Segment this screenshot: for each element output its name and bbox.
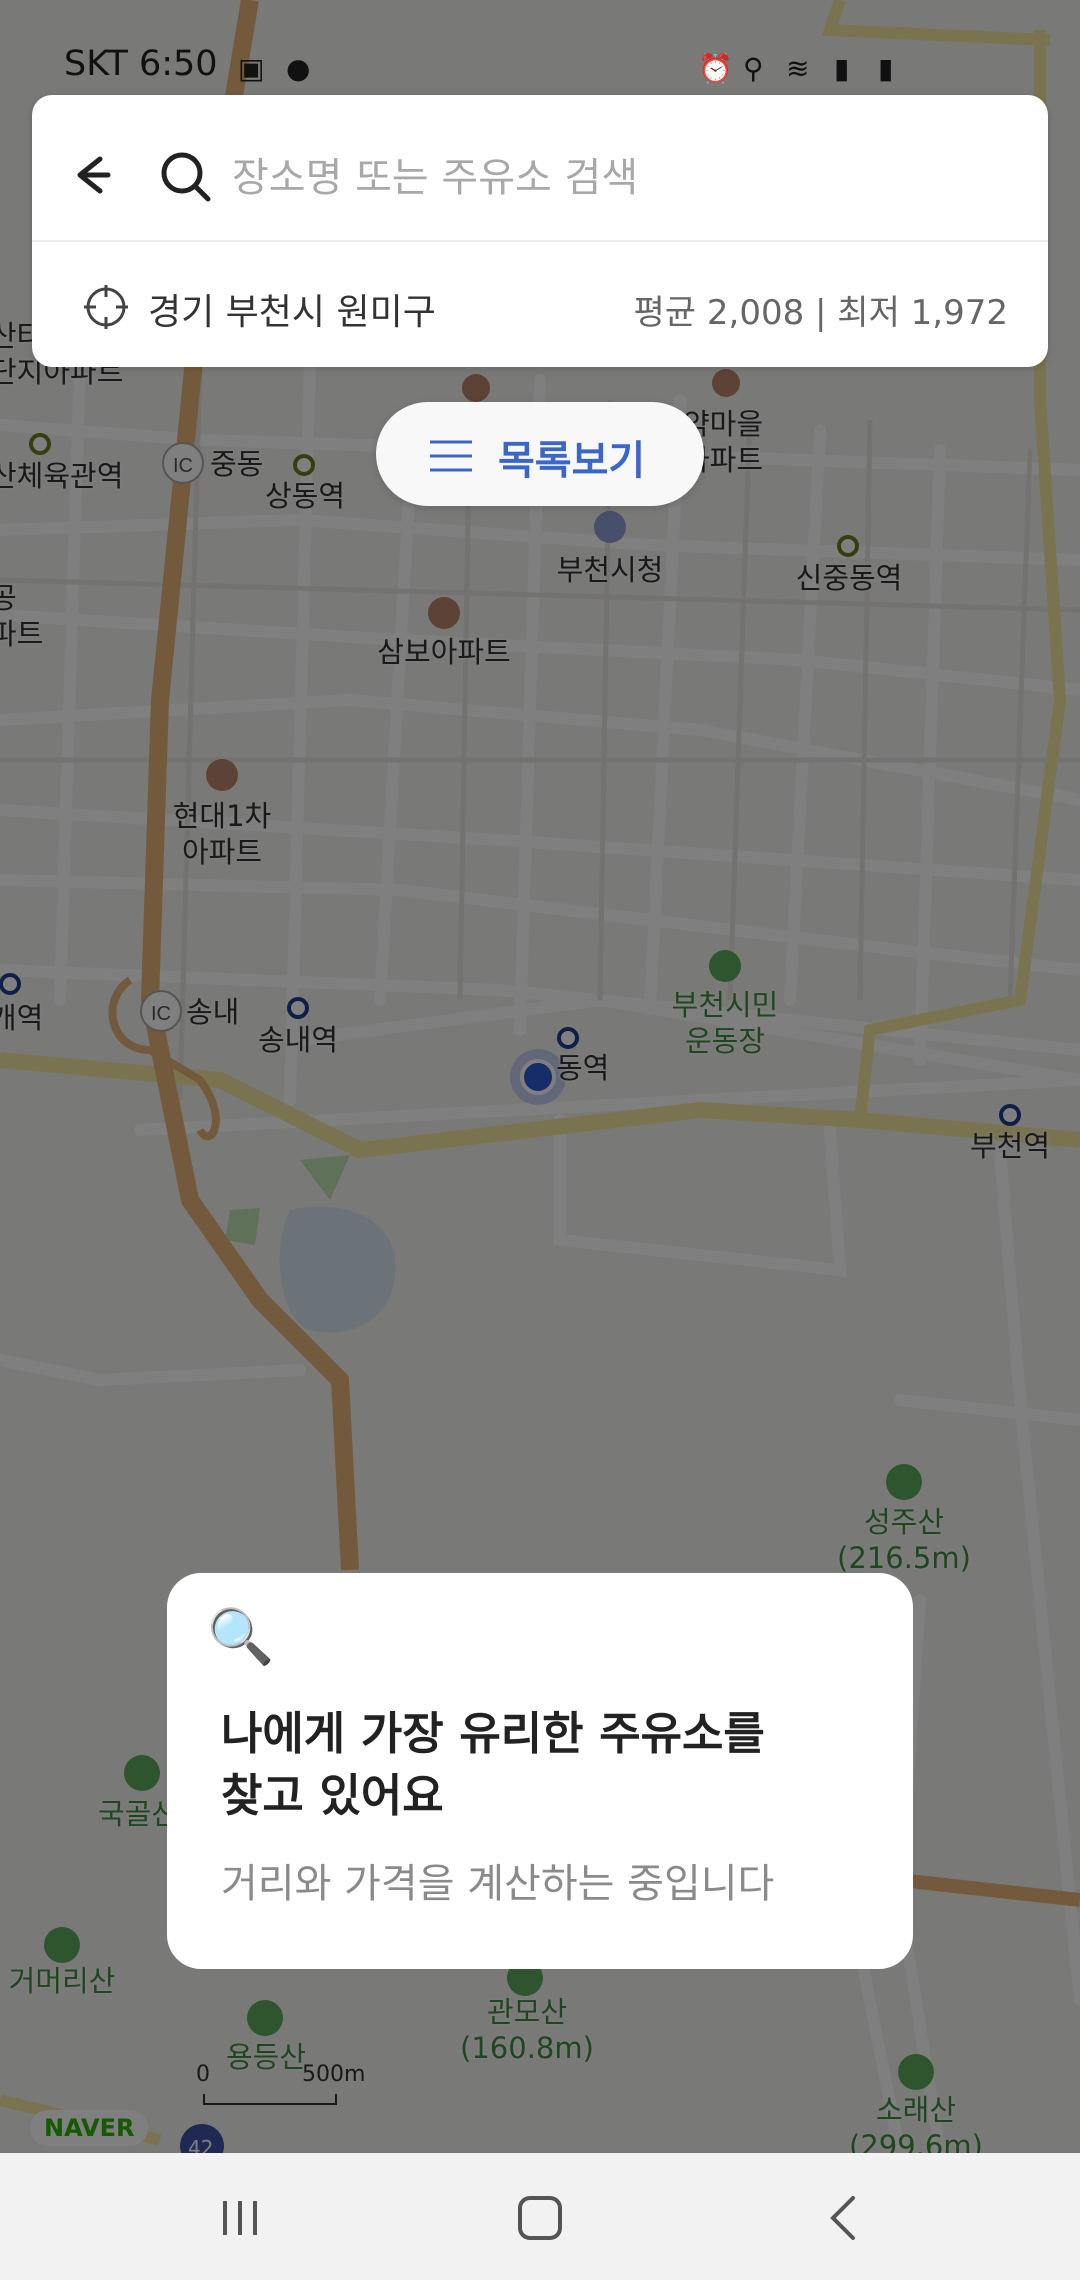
dialog-title: 나에게 가장 유리한 주유소를 찾고 있어요 bbox=[221, 1707, 765, 1822]
search-icon bbox=[161, 152, 211, 202]
home-icon[interactable] bbox=[505, 2183, 575, 2253]
dialog-subtitle: 거리와 가격을 계산하는 중입니다 bbox=[221, 1861, 775, 1907]
alarm-icon: ⏰ bbox=[698, 52, 733, 85]
list-view-label: 목록보기 bbox=[498, 438, 646, 484]
divider bbox=[32, 240, 1048, 242]
gallery-icon: ▣ bbox=[238, 52, 265, 85]
back-arrow-icon[interactable] bbox=[60, 145, 120, 205]
list-view-button[interactable]: 목록보기 bbox=[376, 402, 704, 506]
signal-icon: ▮ bbox=[834, 52, 850, 85]
search-panel: 장소명 또는 주유소 검색 경기 부천시 원미구 평균 2,008 | 최저 1… bbox=[32, 95, 1048, 367]
carrier-time: SKT 6:50 bbox=[64, 44, 218, 84]
battery-icon: ▮ bbox=[878, 52, 894, 85]
location-icon: ⚲ bbox=[743, 52, 764, 85]
crosshair-icon[interactable] bbox=[82, 283, 130, 331]
app-icon: ● bbox=[286, 52, 311, 85]
recent-apps-icon[interactable] bbox=[205, 2183, 275, 2253]
wifi-icon: ≋ bbox=[786, 52, 810, 85]
loading-dialog: 🔍 나에게 가장 유리한 주유소를 찾고 있어요 거리와 가격을 계산하는 중입… bbox=[167, 1573, 913, 1969]
magnifier-icon: 🔍 bbox=[207, 1605, 275, 1668]
status-bar: SKT 6:50 ▣ ● ⏰ ⚲ ≋ ▮ ▮ bbox=[0, 0, 1080, 85]
price-summary: 평균 2,008 | 최저 1,972 bbox=[633, 293, 1008, 333]
back-icon[interactable] bbox=[808, 2183, 878, 2253]
navigation-bar bbox=[0, 2153, 1080, 2280]
search-input[interactable]: 장소명 또는 주유소 검색 bbox=[232, 145, 638, 203]
list-icon bbox=[430, 440, 472, 472]
current-location[interactable]: 경기 부천시 원미구 bbox=[148, 283, 436, 335]
